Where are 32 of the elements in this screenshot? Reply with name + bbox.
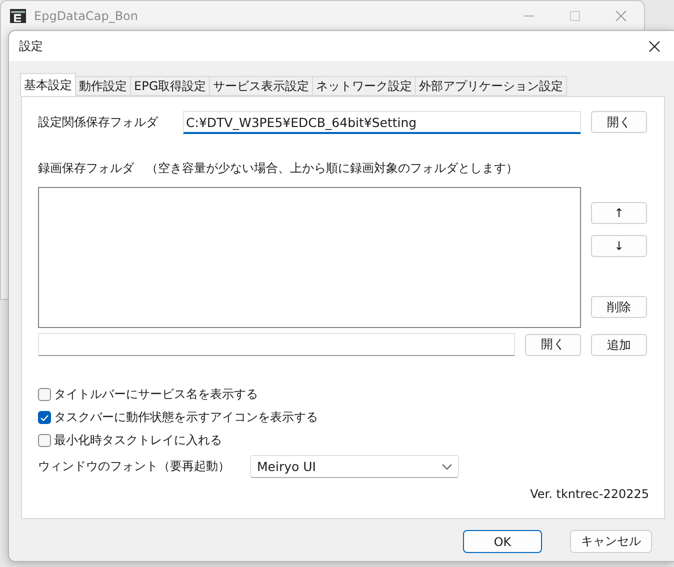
chevron-down-icon (442, 464, 452, 470)
field-label: ウィンドウのフォント（要再起動） (38, 458, 231, 475)
delete-button[interactable]: 削除 (591, 296, 647, 318)
window-title: EpgDataCap_Bon (34, 9, 138, 23)
tab[interactable]: 動作設定 (75, 76, 131, 96)
checkbox[interactable] (38, 411, 51, 424)
checkbox-label: タスクバーに動作状態を示すアイコンを表示する (54, 409, 318, 426)
tab[interactable]: サービス表示設定 (209, 76, 314, 96)
open-button[interactable]: 開く (525, 334, 581, 356)
close-icon (648, 40, 660, 52)
tab[interactable]: 基本設定 (20, 73, 76, 96)
checkbox-label: 最小化時タスクトレイに入れる (54, 432, 222, 449)
cancel-button[interactable]: キャンセル (570, 530, 652, 553)
font-dropdown[interactable]: Meiryo UI (250, 455, 459, 478)
open-button[interactable]: 開く (591, 111, 647, 133)
version-text: Ver. tkntrec-220225 (530, 487, 649, 501)
input-field[interactable]: C:¥DTV_W3PE5¥EDCB_64bit¥Setting (183, 111, 581, 134)
checkbox-label: タイトルバーにサービス名を表示する (54, 386, 258, 403)
checkbox[interactable] (38, 388, 51, 401)
tab[interactable]: EPG取得設定 (130, 76, 210, 96)
tab[interactable]: 外部アプリケーション設定 (415, 76, 568, 96)
section-label: 録画保存フォルダ （空き容量が少ない場合、上から順に録画対象のフォルダとします） (38, 160, 519, 177)
input-field[interactable] (38, 333, 515, 356)
move-up-button[interactable]: ↑ (591, 202, 647, 224)
app-icon (10, 9, 26, 23)
ok-button[interactable]: OK (463, 530, 542, 553)
field-label: 設定関係保存フォルダ (38, 114, 160, 131)
move-down-button[interactable]: ↓ (591, 235, 647, 257)
add-button[interactable]: 追加 (591, 334, 647, 356)
tab[interactable]: ネットワーク設定 (312, 76, 416, 96)
checkbox[interactable] (38, 434, 51, 447)
dialog-title: 設定 (19, 38, 43, 54)
